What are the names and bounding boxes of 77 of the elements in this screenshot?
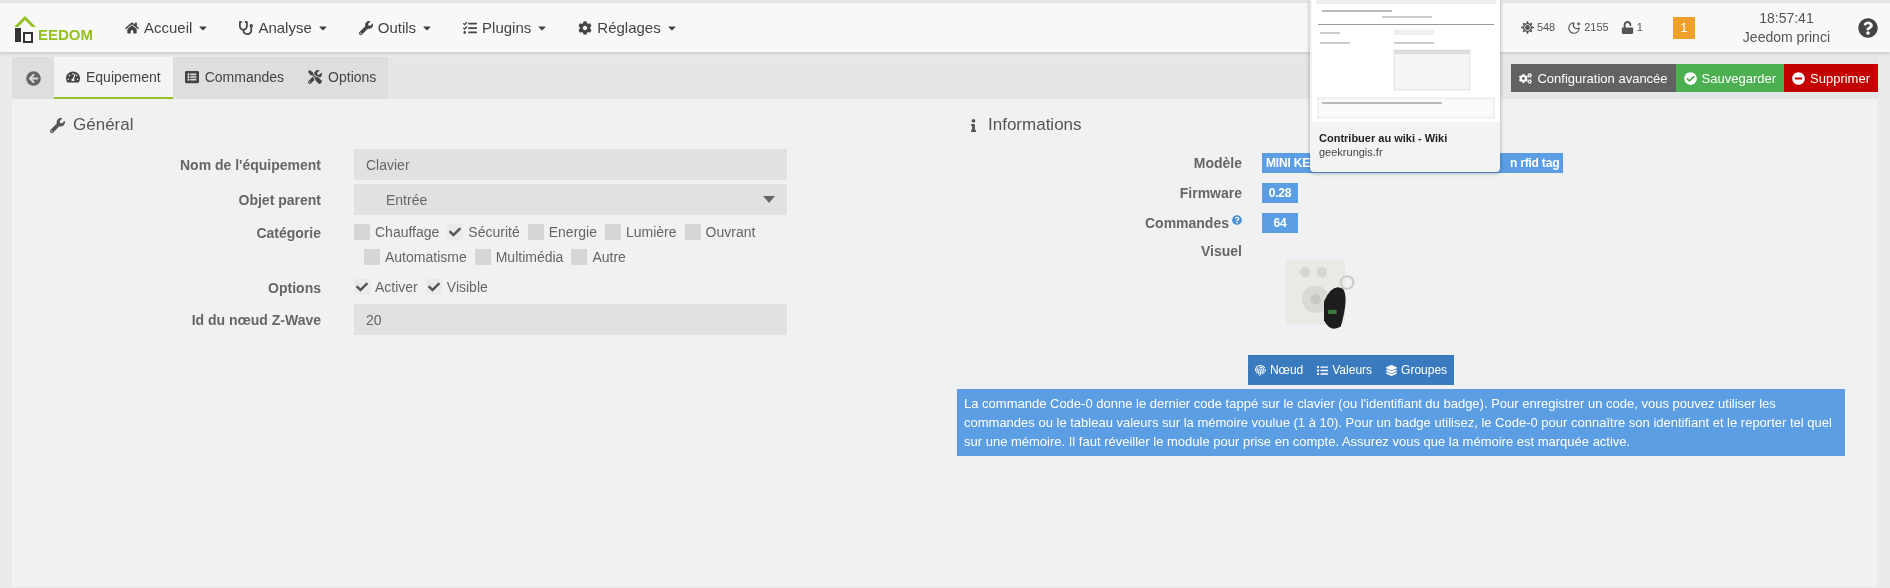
checkbox[interactable] <box>527 224 544 240</box>
tab-button[interactable]: Valeurs <box>1310 355 1380 385</box>
checkbox-label: Energie <box>548 224 597 240</box>
caret-icon <box>763 196 775 203</box>
stethoscope-icon <box>239 20 254 35</box>
field-label: Id du nœud Z-Wave <box>190 311 321 328</box>
checkbox[interactable] <box>354 224 370 240</box>
nav-menu[interactable]: Outils <box>342 19 448 36</box>
tab-button[interactable]: Groupes <box>1379 355 1455 385</box>
tab[interactable]: Commandes <box>172 57 297 99</box>
checkbox-label: Sécurité <box>468 224 520 240</box>
section-title: Général <box>73 115 134 135</box>
checkbox[interactable] <box>605 224 621 240</box>
field-label: Options <box>267 279 321 296</box>
back-arrow-icon <box>25 70 41 86</box>
value-badge: 0.28 <box>1262 183 1298 203</box>
checkbox[interactable] <box>447 224 464 240</box>
gears-icon <box>1519 71 1533 85</box>
field-label: Objet parent <box>237 191 321 208</box>
help-icon[interactable] <box>1858 17 1878 38</box>
checkbox[interactable] <box>354 279 370 295</box>
info-label: Firmware <box>1179 185 1242 201</box>
select-field[interactable]: Entrée <box>354 184 787 215</box>
checkbox-label: Activer <box>375 279 418 295</box>
nav-menu[interactable]: Plugins <box>447 19 563 36</box>
checklist-icon <box>463 20 478 35</box>
host-name: Jeedom princi <box>1742 27 1830 47</box>
gauge-icon <box>66 70 80 84</box>
info-label: Commandes <box>1144 215 1229 231</box>
checkbox[interactable] <box>425 279 442 295</box>
list-icon <box>1317 364 1329 376</box>
preview-title: Contribuer au wiki - Wiki <box>1319 132 1449 144</box>
checkbox-label: Autre <box>592 249 626 265</box>
back-button[interactable] <box>12 57 54 99</box>
text-field[interactable]: Clavier <box>354 149 787 180</box>
wrench-icon <box>358 20 373 35</box>
field-label: Nom de l'équipement <box>179 156 321 173</box>
checkbox-label: Ouvrant <box>705 224 756 240</box>
checkbox-label: Visible <box>446 279 488 295</box>
field-label: Catégorie <box>255 224 321 241</box>
layers-icon <box>1386 364 1398 376</box>
wrench-icon <box>50 117 65 133</box>
tab[interactable]: Equipement <box>54 57 173 99</box>
sun-icon <box>1520 21 1534 34</box>
info-label: Visuel <box>1201 243 1242 259</box>
checkbox[interactable] <box>474 249 491 265</box>
logo-text: EEDOM <box>38 25 93 43</box>
unlock-icon <box>1620 21 1634 34</box>
action-button[interactable]: Configuration avancée <box>1511 64 1676 92</box>
nav-menu[interactable]: Accueil <box>109 19 224 36</box>
text-field[interactable]: 20 <box>354 304 787 335</box>
tools-icon <box>308 70 323 84</box>
nav-menu[interactable]: Analyse <box>223 19 343 36</box>
checkbox-label: Chauffage <box>375 224 440 240</box>
stat-count: 2155 <box>1584 20 1609 33</box>
clock-time: 18:57:41 <box>1759 8 1814 28</box>
nav-menu[interactable]: Réglages <box>562 19 692 36</box>
moon-star-icon <box>1567 20 1582 35</box>
info-note: La commande Code-0 donne le dernier code tappé sur le clavier (ou l'identifiant du badge). Pour enregistrer un code, vous pouvez utiliser les commandes ou le tableau valeurs sur la mémoire voulue (1 à 10). Pour un badge utilisez, le Code-0 pour connaître son identifiant et le reporter tel quel sur une mémoire. Il faut réveiller le module pour prise en compte. Assurez vous que la mémoire est marquée active. <box>957 389 1845 456</box>
info-label: Modèle <box>1193 155 1242 171</box>
stat-count: 1 <box>1636 21 1643 33</box>
value-badge: 64 <box>1262 213 1298 233</box>
action-button[interactable]: Supprimer <box>1784 64 1878 92</box>
list-icon <box>184 70 199 84</box>
checkbox-label: Multimédia <box>495 249 564 265</box>
checkbox[interactable] <box>364 249 380 265</box>
gear-icon <box>578 20 593 35</box>
checkbox[interactable] <box>571 249 588 265</box>
section-title: Informations <box>988 115 1082 135</box>
stat-count: 548 <box>1536 21 1556 33</box>
tab-button[interactable]: Nœud <box>1247 355 1311 385</box>
home-icon <box>125 20 139 35</box>
checkbox-label: Automatisme <box>385 249 467 265</box>
checkbox-label: Lumière <box>626 224 677 240</box>
tab[interactable]: Options <box>296 57 389 99</box>
fingerprint-icon <box>1254 364 1266 376</box>
checkbox[interactable] <box>684 224 701 240</box>
